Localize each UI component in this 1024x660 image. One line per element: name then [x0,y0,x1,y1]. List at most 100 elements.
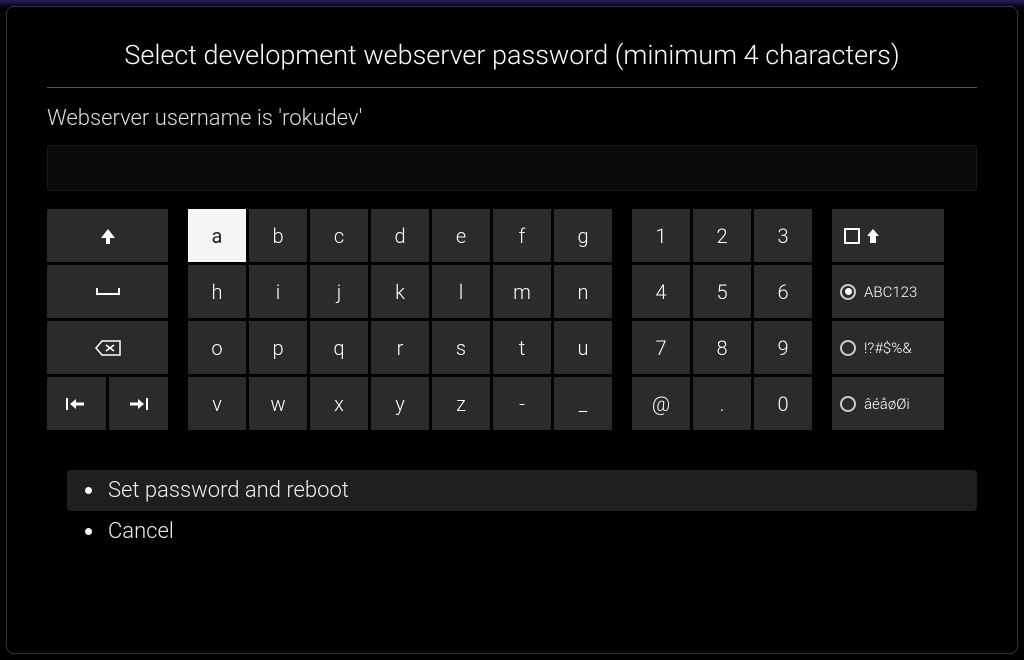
number-key-at[interactable]: @ [632,377,690,430]
letter-key-h[interactable]: h [188,265,246,318]
letter-key-n[interactable]: n [554,265,612,318]
letter-key-u[interactable]: u [554,321,612,374]
key-label: x [334,392,344,416]
key-label: . [720,392,725,416]
letter-key-c[interactable]: c [310,209,368,262]
key-label: 1 [655,224,666,248]
letter-key-a[interactable]: a [188,209,246,262]
letter-key-j[interactable]: j [310,265,368,318]
mode-key-1[interactable]: ABC123 [832,265,944,318]
letter-key-q[interactable]: q [310,321,368,374]
key-group-letters: a b c d e fg h ijk l m n o p q r s t u v w x y z - _ [188,209,612,430]
key-label: z [456,392,466,416]
key-label: 5 [716,280,727,304]
mode-key-caps[interactable] [832,209,944,262]
mode-key-3[interactable]: âéåøØi [832,377,944,430]
letter-key-x[interactable]: x [310,377,368,430]
arrow-right-bar-icon [128,397,150,411]
key-label: n [578,280,589,304]
mode-key-2[interactable]: !?#$%& [832,321,944,374]
letter-key-r[interactable]: r [371,321,429,374]
key-label: _ [579,392,588,416]
letter-key-e[interactable]: e [432,209,490,262]
letter-key--[interactable]: - [493,377,551,430]
number-key-7[interactable]: 7 [632,321,690,374]
letter-key-z[interactable]: z [432,377,490,430]
key-label: w [270,392,285,416]
key-label: l [459,280,464,304]
space-key[interactable] [47,265,168,318]
number-key-5[interactable]: 5 [693,265,751,318]
key-label: 6 [777,280,788,304]
number-key-0[interactable]: 0 [754,377,812,430]
letter-key-t[interactable]: t [493,321,551,374]
key-label: c [334,224,344,248]
password-input[interactable] [47,145,977,191]
key-label: a [212,224,223,248]
key-label: b [272,224,283,248]
divider [47,87,977,88]
cursor-left-key[interactable] [47,377,106,430]
key-group-numbers: 1 2 3 4 5 6 7 8 9 @. 0 [632,209,812,430]
key-group-modes: ABC123 !?#$%& âéåøØi [832,209,944,430]
number-key-1[interactable]: 1 [632,209,690,262]
letter-key-l[interactable]: l [432,265,490,318]
key-label: - [519,392,525,416]
number-key-9[interactable]: 9 [754,321,812,374]
option-item-1[interactable]: Cancel [67,511,977,552]
number-key-6[interactable]: 6 [754,265,812,318]
backspace-icon [94,339,122,357]
key-label: e [456,224,466,248]
letter-key-y[interactable]: y [371,377,429,430]
number-key-4[interactable]: 4 [632,265,690,318]
key-label: 4 [655,280,666,304]
letter-key-p[interactable]: p [249,321,307,374]
arrow-up-icon [98,226,118,246]
arrow-left-bar-icon [66,397,88,411]
shift-key[interactable] [47,209,168,262]
option-item-0[interactable]: Set password and reboot [67,470,977,511]
backspace-key[interactable] [47,321,168,374]
key-label: 9 [777,336,788,360]
letter-key-f[interactable]: f [493,209,551,262]
letter-key-_[interactable]: _ [554,377,612,430]
mode-label: !?#$%& [864,339,912,357]
key-label: @ [652,392,670,416]
onscreen-keyboard: a b c d e fg h ijk l m n o p q r s t u v w x y z - _ 1 2 3 4 5 6 7 8 9 @.… [47,209,977,430]
letter-key-m[interactable]: m [493,265,551,318]
options-list: Set password and reboot Cancel [47,470,977,552]
arrow-up-solid-icon [866,228,880,244]
letter-key-g[interactable]: g [554,209,612,262]
key-label: 2 [716,224,727,248]
key-label: t [519,336,525,360]
key-label: 0 [777,392,788,416]
key-label: s [456,336,466,360]
key-label: h [212,280,223,304]
letter-key-i[interactable]: i [249,265,307,318]
bullet-icon [85,528,92,535]
letter-key-d[interactable]: d [371,209,429,262]
key-label: y [395,392,405,416]
option-label: Cancel [108,519,174,544]
key-label: m [513,280,531,304]
key-label: v [212,392,222,416]
key-label: 7 [655,336,666,360]
number-key-8[interactable]: 8 [693,321,751,374]
key-label: q [333,336,344,360]
letter-key-w[interactable]: w [249,377,307,430]
key-group-controls [47,209,168,430]
key-label: d [394,224,405,248]
number-key-dot[interactable]: . [693,377,751,430]
letter-key-o[interactable]: o [188,321,246,374]
key-label: p [272,336,283,360]
cursor-right-key[interactable] [109,377,168,430]
number-key-3[interactable]: 3 [754,209,812,262]
key-label: 8 [716,336,727,360]
letter-key-v[interactable]: v [188,377,246,430]
letter-key-s[interactable]: s [432,321,490,374]
letter-key-k[interactable]: k [371,265,429,318]
key-label: 3 [777,224,788,248]
mode-label: âéåøØi [864,395,910,413]
number-key-2[interactable]: 2 [693,209,751,262]
letter-key-b[interactable]: b [249,209,307,262]
